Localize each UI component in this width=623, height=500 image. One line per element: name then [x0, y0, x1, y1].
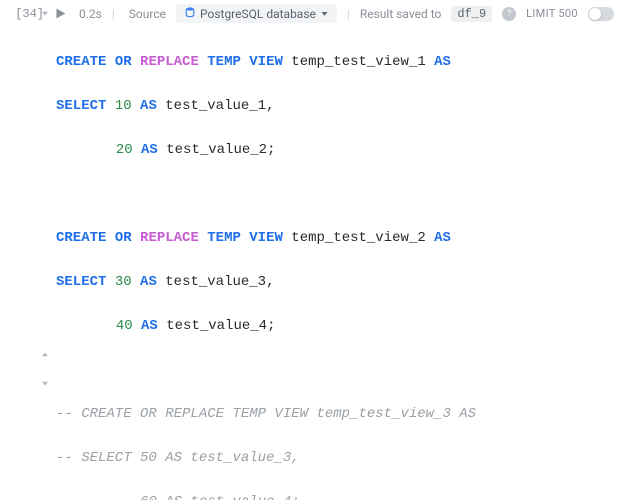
source-selector[interactable]: PostgreSQL database [176, 4, 337, 23]
source-name: PostgreSQL database [200, 7, 316, 21]
chevron-down-icon [320, 9, 329, 18]
fold-icon[interactable] [40, 8, 50, 18]
limit-label: LIMIT 500 [526, 7, 578, 20]
separator: | [112, 7, 115, 21]
run-button[interactable] [52, 5, 69, 22]
result-saved-label: Result saved to [360, 7, 442, 21]
database-icon [184, 6, 196, 21]
limit-toggle[interactable] [588, 7, 614, 21]
fold-icon[interactable] [40, 378, 50, 388]
run-duration: 0.2s [79, 7, 102, 21]
sql-editor[interactable]: CREATE OR REPLACE TEMP VIEW temp_test_vi… [48, 27, 623, 500]
result-var-chip[interactable]: df_9 [451, 6, 492, 22]
cell-toolbar: 0.2s | Source PostgreSQL database | Resu… [48, 0, 623, 27]
source-label: Source [129, 7, 166, 21]
cell-gutter: [34] [0, 0, 48, 500]
separator: | [347, 7, 350, 21]
info-icon[interactable]: ? [502, 7, 516, 21]
fold-icon[interactable] [40, 350, 50, 360]
